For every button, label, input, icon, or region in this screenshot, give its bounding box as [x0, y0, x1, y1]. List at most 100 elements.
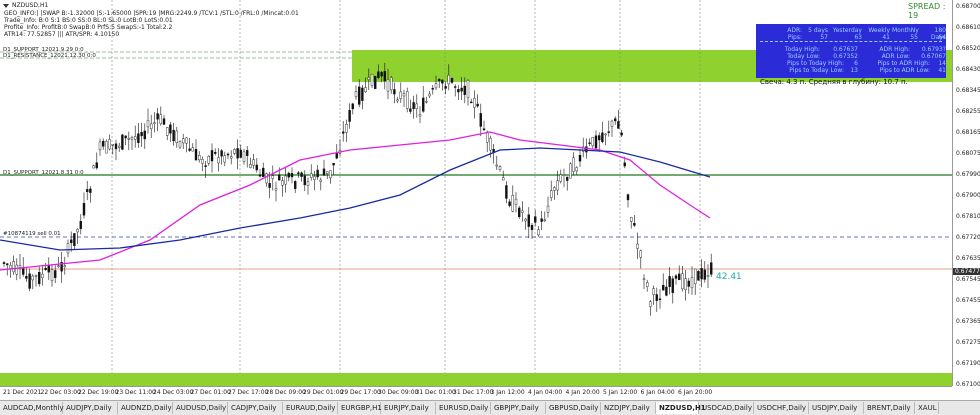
candle-body [671, 278, 674, 293]
symbol-tab[interactable]: EURJPY,Daily [381, 402, 436, 414]
candle-body [690, 277, 694, 289]
adr-header-label: ADR: [787, 27, 802, 34]
candle-body [614, 118, 617, 122]
symbol-tab[interactable]: USDJPY,Daily [809, 402, 864, 414]
candle-body [114, 143, 118, 150]
candle-body [207, 156, 211, 164]
symbol-tab[interactable]: NZDJPY,Daily [601, 402, 656, 414]
symbol-tab[interactable]: EURGBP,H1 [338, 402, 382, 414]
candle-body [402, 93, 406, 97]
symbol-tab[interactable]: EURUSD,Daily [436, 402, 491, 414]
candle-body [290, 173, 294, 178]
price-chart[interactable]: NZDUSD,H1 GEO_INFO:| |SWAP B:-1.32000 |S… [0, 0, 952, 386]
candle-body [607, 131, 610, 133]
candle-body [393, 89, 396, 95]
today-high-label: Today High: [784, 46, 820, 53]
symbol-tab[interactable]: GBPJPY,Daily [491, 402, 546, 414]
candle-body [626, 194, 630, 201]
time-tick: 22 Dec 03:00 [40, 389, 81, 396]
candle-body [498, 166, 502, 170]
symbol-tab[interactable]: AUDCAD,Monthly [0, 402, 64, 414]
candle-body [105, 141, 108, 154]
symbol-tab[interactable]: BRENT,Daily [864, 402, 915, 414]
candle-body [489, 137, 492, 151]
adr-high-value: 0.6793? [921, 46, 946, 53]
price-axis[interactable]: 0.68700 0.68610 0.68520 0.68430 0.68345 0.682… [952, 0, 980, 388]
symbol-tab[interactable]: AUDUSD,Daily [173, 402, 228, 414]
candle-body [457, 88, 460, 93]
candle-body [642, 278, 646, 281]
symbol-tab[interactable]: EURAUD,Daily [283, 402, 338, 414]
candle-body [172, 129, 175, 142]
candle-body [374, 75, 377, 89]
candle-body [316, 169, 319, 178]
price-tick: 0.68075 [956, 150, 980, 157]
pips-today-low-label: Pips to Today Low: [789, 67, 844, 74]
candle-body [181, 138, 185, 144]
symbol-tab[interactable]: AUDNZD,Daily [118, 402, 173, 414]
candle-body [361, 87, 364, 101]
candle-body [95, 162, 99, 169]
candle-body [575, 167, 578, 172]
candle-body [326, 171, 329, 174]
candle-body [143, 130, 147, 140]
candle-body [508, 201, 511, 206]
pips-today-high-value: 6 [854, 60, 858, 67]
candle-body [271, 175, 274, 179]
time-axis[interactable]: 21 Dec 2021 22 Dec 03:00 22 Dec 19:00 23 De… [0, 386, 952, 401]
price-tick: 0.67720 [956, 234, 980, 241]
candle-body [54, 270, 57, 278]
candle-body [38, 272, 41, 285]
symbol-tab[interactable]: XAUL [915, 402, 939, 414]
candle-body [473, 98, 476, 108]
collapse-arrow-icon[interactable] [3, 4, 9, 8]
candle-body [636, 243, 639, 249]
candle-body [559, 174, 562, 182]
price-tick: 0.67545 [956, 276, 980, 283]
symbol-tab[interactable]: USDCHF,Daily [754, 402, 809, 414]
today-low-value: 0.67352 [833, 53, 858, 60]
candle-body [34, 275, 38, 277]
candle-body [191, 147, 195, 152]
candle-body [466, 80, 470, 99]
candle-body [617, 121, 620, 129]
adr-header-monthly: MonthNy [892, 27, 919, 34]
candle-body [658, 298, 662, 301]
time-tick: 4 Jan 04:00 [528, 389, 563, 396]
candle-body [278, 174, 281, 181]
candle-body [165, 127, 169, 136]
symbol-tab[interactable]: NZDUSD,H1 [656, 402, 706, 414]
candle-body [332, 162, 335, 166]
adr-pips-5days: 57 [820, 34, 828, 41]
time-tick: 21 Dec 2021 [3, 389, 42, 396]
info-line-trade: Trade_Info: B:0 S:1 BS:0 SS:0 BL:0 SL:0 … [4, 17, 173, 24]
candle-body [668, 276, 671, 287]
candle-body [406, 91, 409, 109]
candle-body [226, 153, 230, 156]
candle-body [262, 167, 265, 178]
adr-pips-180days: 64 [938, 34, 946, 41]
candle-body [12, 261, 15, 273]
candle-body [418, 114, 422, 117]
symbol-tab[interactable]: USDCAD,Daily [699, 402, 754, 414]
candle-body [76, 229, 79, 233]
symbol-tab[interactable]: CADJPY,Daily [228, 402, 283, 414]
symbol-tab[interactable]: AUDJPY,Daily [63, 402, 118, 414]
symbol-tab[interactable]: GBPUSD,Daily [546, 402, 601, 414]
adr-pips-label: Pips: [787, 34, 802, 41]
candle-body [89, 188, 92, 193]
candle-body [518, 207, 521, 217]
candle-body [149, 123, 153, 129]
candle-body [527, 214, 530, 227]
candle-body [409, 108, 412, 112]
candle-body [428, 93, 431, 97]
candle-body [306, 181, 310, 186]
candle-body [543, 219, 546, 222]
candle-body [649, 301, 652, 307]
candle-body [140, 132, 143, 137]
time-tick: 30 Dec 09:00 [378, 389, 419, 396]
time-tick: 6 Jan 20:00 [678, 389, 713, 396]
candle-body [390, 77, 393, 91]
pips-adr-low-label: Pips to ADR Low: [879, 67, 930, 74]
candle-body [479, 113, 482, 127]
